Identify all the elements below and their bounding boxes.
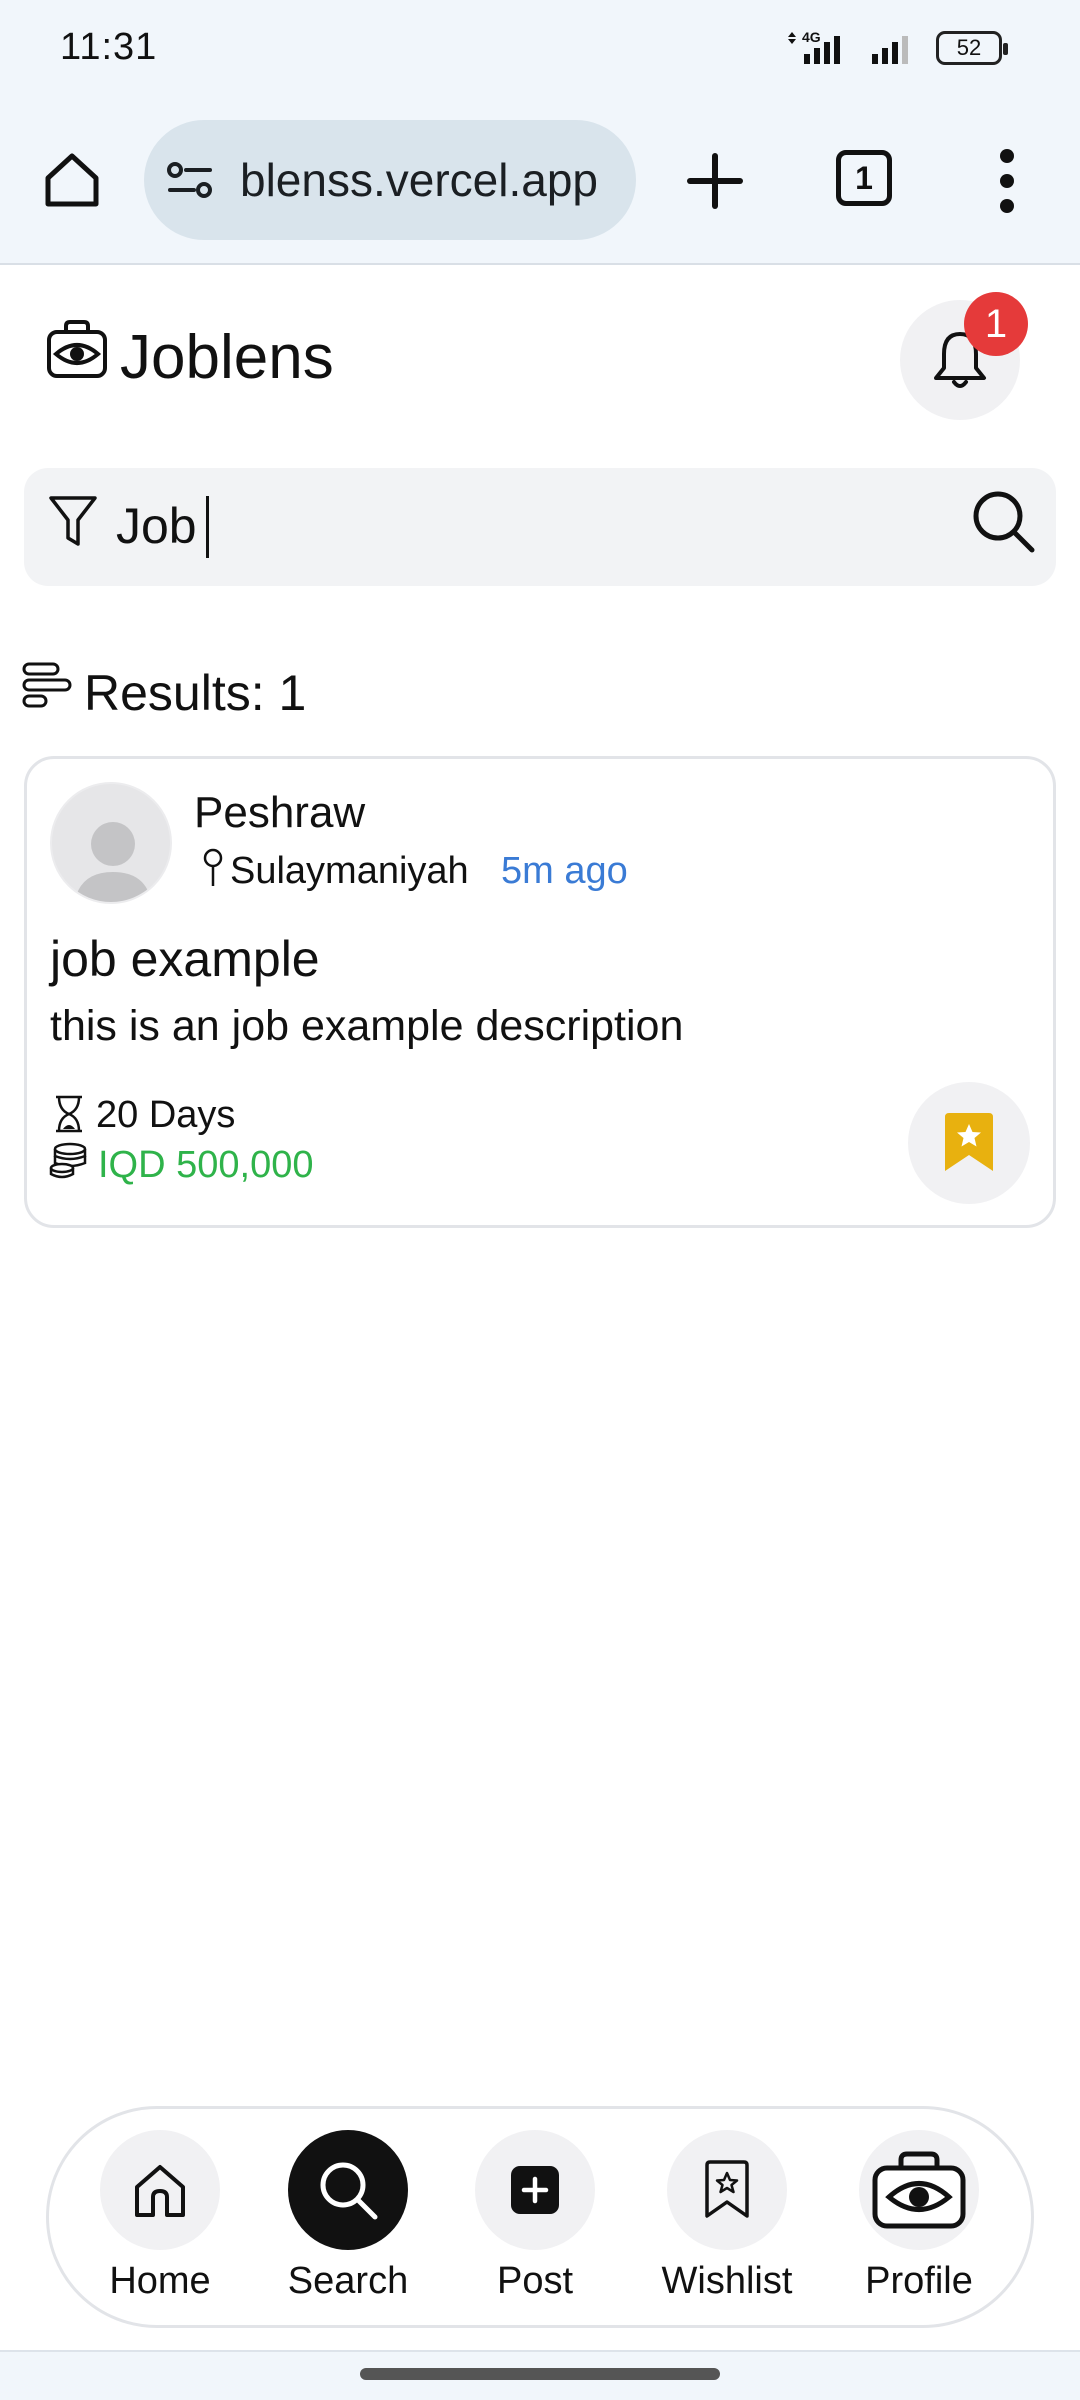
notification-badge: 1 <box>964 292 1028 356</box>
nav-label: Profile <box>865 2260 973 2302</box>
nav-search[interactable]: Search <box>268 2130 428 2310</box>
browser-toolbar: blenss.vercel.app 1 <box>0 100 1080 265</box>
avatar[interactable] <box>50 782 172 904</box>
nav-label: Wishlist <box>661 2260 793 2302</box>
nav-wishlist-button[interactable] <box>667 2130 787 2250</box>
signal-4g-icon: 4G <box>788 30 840 64</box>
nav-label: Search <box>287 2260 409 2302</box>
tab-switcher-button[interactable]: 1 <box>836 150 892 206</box>
nav-post-button[interactable] <box>475 2130 595 2250</box>
home-icon <box>135 2165 185 2217</box>
camera-bag-eye-icon <box>47 320 107 378</box>
bookmark-star-icon <box>945 1113 993 1171</box>
address-bar[interactable]: blenss.vercel.app <box>144 120 636 240</box>
user-placeholder-icon <box>74 822 152 902</box>
battery-level: 52 <box>956 35 982 60</box>
bookmark-star-icon <box>705 2160 749 2218</box>
signal-icon <box>872 36 908 64</box>
job-title[interactable]: job example <box>50 930 320 988</box>
posted-time: 5m ago <box>501 850 628 892</box>
app-title: Joblens <box>120 323 334 392</box>
status-bar: 11:31 4G 52 <box>0 0 1080 100</box>
add-post-icon <box>511 2166 559 2214</box>
nav-home-button[interactable] <box>100 2130 220 2250</box>
search-icon[interactable] <box>970 488 1036 554</box>
more-vert-icon[interactable] <box>994 146 1020 216</box>
network-type: 4G <box>802 30 821 45</box>
tab-count: 1 <box>855 159 873 196</box>
hourglass-icon <box>56 1095 82 1133</box>
search-icon <box>320 2162 378 2220</box>
nav-profile[interactable]: Profile <box>839 2130 999 2310</box>
gesture-handle[interactable] <box>360 2368 720 2380</box>
nav-home[interactable]: Home <box>80 2130 240 2310</box>
url-text[interactable]: blenss.vercel.app <box>240 153 598 207</box>
nav-wishlist[interactable]: Wishlist <box>647 2130 807 2310</box>
results-count: Results: 1 <box>84 665 307 721</box>
sort-lines-icon <box>22 662 72 708</box>
job-salary: IQD 500,000 <box>98 1144 314 1186</box>
nav-post[interactable]: Post <box>455 2130 615 2310</box>
status-icons: 4G 52 <box>788 30 1008 66</box>
battery-icon: 52 <box>936 31 1008 65</box>
job-location: Sulaymaniyah <box>230 850 469 892</box>
bookmark-button[interactable] <box>908 1082 1030 1204</box>
plus-icon[interactable] <box>684 150 746 212</box>
filter-icon[interactable] <box>48 494 98 550</box>
job-duration: 20 Days <box>96 1094 236 1136</box>
text-caret <box>206 496 209 558</box>
nav-label: Home <box>109 2260 211 2302</box>
poster-name[interactable]: Peshraw <box>194 788 365 838</box>
nav-profile-button[interactable] <box>859 2130 979 2250</box>
location-pin-icon <box>203 848 223 886</box>
status-time: 11:31 <box>60 26 158 68</box>
camera-bag-eye-icon <box>872 2151 966 2229</box>
nav-search-button[interactable] <box>288 2130 408 2250</box>
home-icon[interactable] <box>40 148 104 212</box>
search-input[interactable] <box>116 486 936 566</box>
coins-icon <box>49 1142 87 1179</box>
site-settings-icon[interactable] <box>166 160 214 200</box>
job-description: this is an job example description <box>50 1002 684 1050</box>
nav-label: Post <box>496 2260 574 2302</box>
